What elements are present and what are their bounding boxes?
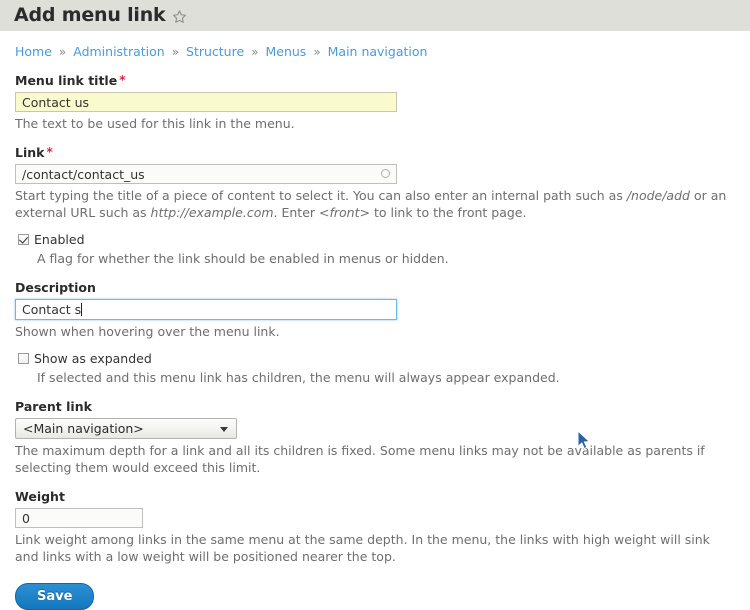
parent-link-select[interactable]: <Main navigation> bbox=[15, 418, 237, 439]
link-desc-em2: http://example.com bbox=[150, 205, 274, 220]
autocomplete-throbber-icon bbox=[381, 169, 390, 178]
page-title: Add menu link bbox=[14, 4, 166, 26]
breadcrumb-item-structure[interactable]: Structure bbox=[186, 44, 244, 59]
checkbox-row-enabled[interactable]: Enabled bbox=[15, 232, 735, 247]
show-as-expanded-description: If selected and this menu link has child… bbox=[37, 370, 560, 385]
link-desc-em3: front bbox=[329, 205, 360, 220]
star-outline-icon[interactable] bbox=[172, 9, 187, 24]
description-input[interactable]: Contact s bbox=[15, 299, 397, 320]
show-as-expanded-checkbox[interactable] bbox=[18, 353, 29, 364]
breadcrumb-item-home[interactable]: Home bbox=[15, 44, 52, 59]
parent-link-label: Parent link bbox=[15, 399, 92, 414]
enabled-checkbox[interactable] bbox=[18, 234, 29, 245]
enabled-label: Enabled bbox=[34, 232, 85, 247]
link-desc-part4: > to link to the front page. bbox=[359, 205, 527, 220]
link-label-text: Link bbox=[15, 145, 45, 160]
required-asterisk: * bbox=[119, 73, 126, 87]
parent-link-description: The maximum depth for a link and all its… bbox=[15, 443, 705, 475]
menu-link-title-label: Menu link title * bbox=[15, 73, 735, 88]
add-menu-link-form: Menu link title* The text to be used for… bbox=[0, 73, 750, 565]
description-help: Shown when hovering over the menu link. bbox=[15, 324, 280, 339]
menu-link-title-description: The text to be used for this link in the… bbox=[15, 116, 295, 131]
menu-link-title-label-text: Menu link title bbox=[15, 73, 118, 88]
show-as-expanded-label: Show as expanded bbox=[34, 351, 152, 366]
field-description: Description Contact s Shown when hoverin… bbox=[15, 280, 735, 340]
field-menu-link-title: Menu link title* The text to be used for… bbox=[15, 73, 735, 132]
field-link: Link* Start typing the title of a piece … bbox=[15, 145, 735, 221]
link-input-wrapper bbox=[15, 164, 397, 184]
text-caret bbox=[81, 303, 83, 316]
link-label: Link * bbox=[15, 145, 735, 160]
field-parent-link: Parent link <Main navigation> The maximu… bbox=[15, 399, 735, 476]
breadcrumb-separator: » bbox=[313, 45, 321, 59]
breadcrumb-separator: » bbox=[58, 45, 67, 59]
weight-description: Link weight among links in the same menu… bbox=[15, 532, 710, 564]
description-label: Description bbox=[15, 280, 96, 295]
weight-label: Weight bbox=[15, 489, 65, 504]
link-desc-part1: Start typing the title of a piece of con… bbox=[15, 188, 627, 203]
breadcrumb: Home » Administration » Structure » Menu… bbox=[0, 31, 750, 60]
menu-link-title-input[interactable] bbox=[15, 92, 397, 112]
breadcrumb-separator: » bbox=[171, 45, 180, 59]
checkbox-row-show-as-expanded[interactable]: Show as expanded bbox=[15, 351, 735, 366]
description-input-value: Contact s bbox=[22, 302, 82, 317]
parent-link-selected-value: <Main navigation> bbox=[23, 421, 144, 436]
field-weight: Weight Link weight among links in the sa… bbox=[15, 489, 735, 565]
breadcrumb-separator: » bbox=[251, 45, 259, 59]
chevron-down-icon bbox=[220, 427, 228, 432]
weight-input[interactable] bbox=[15, 508, 143, 528]
link-input[interactable] bbox=[15, 164, 397, 184]
link-desc-em1: /node/add bbox=[626, 188, 690, 203]
required-asterisk: * bbox=[46, 145, 53, 159]
breadcrumb-item-menus[interactable]: Menus bbox=[265, 44, 306, 59]
save-button[interactable]: Save bbox=[15, 583, 95, 610]
enabled-description: A flag for whether the link should be en… bbox=[37, 251, 449, 266]
breadcrumb-item-administration[interactable]: Administration bbox=[73, 44, 164, 59]
page-header: Add menu link bbox=[0, 0, 750, 31]
link-desc-part3: . Enter < bbox=[273, 205, 330, 220]
breadcrumb-item-main-navigation[interactable]: Main navigation bbox=[328, 44, 428, 59]
link-description: Start typing the title of a piece of con… bbox=[15, 187, 735, 221]
form-actions: Save bbox=[0, 583, 750, 610]
